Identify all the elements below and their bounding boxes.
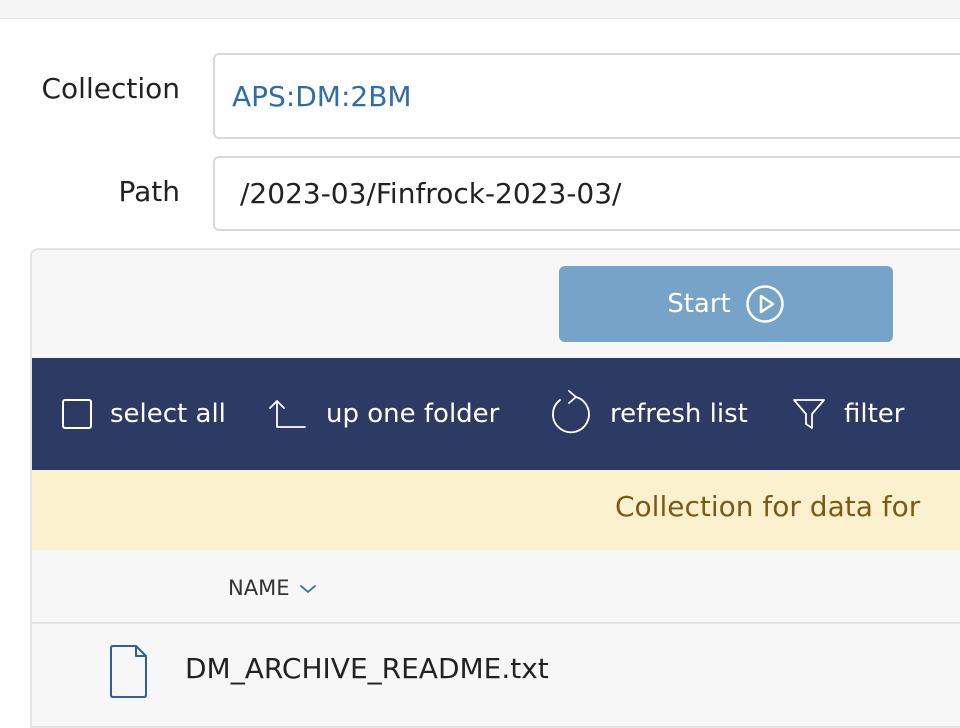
refresh-list-button[interactable]: refresh list [548, 358, 748, 470]
name-column-header[interactable]: NAME [228, 576, 317, 600]
file-name[interactable]: DM_ARCHIVE_README.txt [185, 652, 549, 685]
collection-field[interactable]: APS:DM:2BM [213, 53, 960, 139]
up-arrow-icon [268, 397, 308, 431]
up-one-folder-label: up one folder [326, 399, 500, 429]
transfer-panel: Start select all up one folder refresh l… [30, 248, 960, 728]
select-all-button[interactable]: select all [62, 358, 226, 470]
name-column-label: NAME [228, 576, 290, 600]
filter-label: filter [844, 399, 905, 429]
file-row[interactable]: DM_ARCHIVE_README.txt [32, 624, 960, 724]
path-label: Path [118, 175, 180, 208]
file-icon [108, 644, 148, 704]
collection-label: Collection [41, 72, 181, 105]
play-circle-icon [745, 284, 785, 324]
file-list-header: NAME [32, 550, 960, 624]
start-button[interactable]: Start [559, 266, 893, 342]
start-button-label: Start [667, 289, 731, 319]
filter-icon [792, 397, 826, 431]
path-field[interactable]: /2023-03/Finfrock-2023-03/ [213, 156, 960, 231]
chevron-down-icon [299, 576, 317, 600]
filter-button[interactable]: filter [792, 358, 904, 470]
select-all-label: select all [110, 399, 226, 429]
notice-text: Collection for data for [615, 490, 921, 523]
collection-value: APS:DM:2BM [232, 79, 412, 113]
file-toolbar: select all up one folder refresh list fi… [32, 358, 960, 470]
up-one-folder-button[interactable]: up one folder [268, 358, 499, 470]
refresh-icon [548, 390, 592, 438]
top-bar [0, 0, 960, 19]
collection-notice: Collection for data for [32, 470, 960, 550]
checkbox-icon[interactable] [62, 399, 92, 429]
refresh-list-label: refresh list [610, 399, 748, 429]
path-value: /2023-03/Finfrock-2023-03/ [240, 177, 622, 210]
